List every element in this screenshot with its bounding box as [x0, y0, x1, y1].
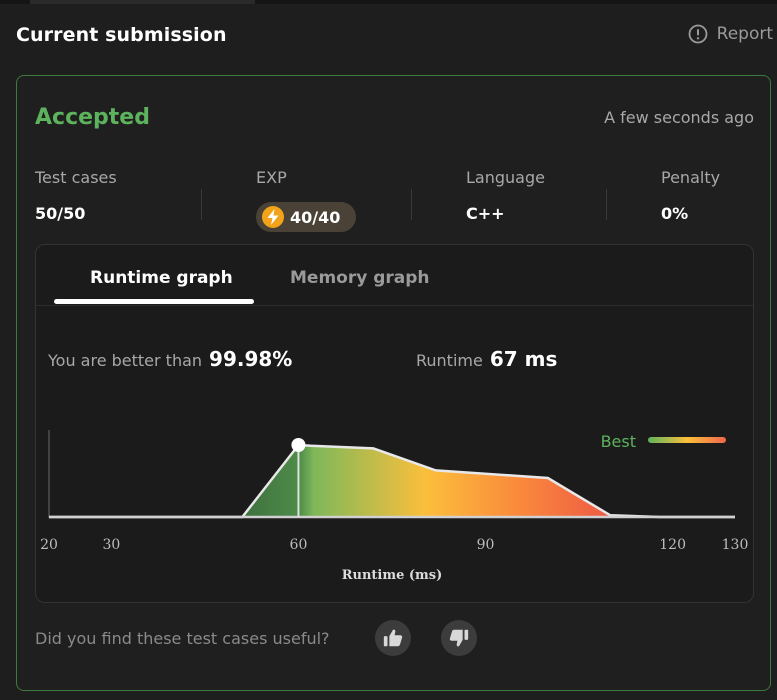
- feedback-question: Did you find these test cases useful?: [35, 629, 330, 648]
- x-tick-label: 20: [40, 537, 58, 553]
- current-runtime-marker[interactable]: [291, 438, 306, 452]
- x-tick-label: 30: [102, 537, 120, 553]
- x-tick-label: 90: [477, 537, 495, 553]
- x-ticks: 20 30 60 90 120 130: [40, 537, 748, 553]
- x-tick-label: 60: [290, 537, 308, 553]
- x-tick-label: 120: [659, 537, 686, 553]
- x-tick-label: 130: [722, 537, 749, 553]
- legend-label: Best: [601, 432, 636, 451]
- like-button[interactable]: [375, 620, 411, 656]
- runtime-chart: 20 30 60 90 120 130 Runtime (ms) Best: [40, 430, 748, 583]
- x-axis-label: Runtime (ms): [342, 568, 443, 583]
- legend-swatch: [648, 437, 726, 443]
- dislike-button[interactable]: [441, 620, 477, 656]
- thumbs-down-icon: [449, 629, 469, 647]
- thumbs-up-icon: [383, 629, 403, 647]
